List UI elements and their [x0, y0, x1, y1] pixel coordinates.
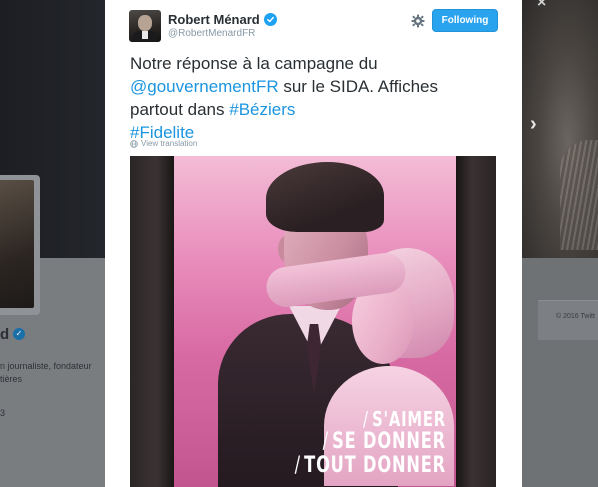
copyright-text: © 2016 Twitt [556, 313, 595, 320]
profile-header-photo-detail [560, 140, 598, 250]
footer-card [538, 300, 598, 340]
verified-badge-icon [263, 13, 277, 26]
author-name-row: Robert Ménard [168, 12, 277, 27]
tweet-photo[interactable]: / S'AIMER / SE DONNER / TOUT DONNER [130, 156, 496, 487]
tweet-modal: Robert Ménard @RobertMenardFR Following … [105, 0, 522, 487]
profile-stat: 3 [0, 408, 6, 418]
tweet-text-line: partout dans #Béziers [130, 98, 500, 121]
profile-avatar[interactable] [0, 180, 34, 308]
profile-name: d [0, 326, 10, 343]
poster-image: / S'AIMER / SE DONNER / TOUT DONNER [174, 156, 456, 487]
profile-bio-line: tières [0, 374, 23, 384]
poster-frame-left [130, 156, 174, 487]
author-username[interactable]: @RobertMenardFR [168, 28, 255, 39]
profile-bio: n journaliste, fondateur tières [0, 360, 100, 386]
view-translation-label[interactable]: View translation [141, 139, 197, 148]
chevron-right-icon[interactable]: › [530, 114, 537, 134]
author-avatar[interactable] [129, 10, 161, 42]
poster-slogan: / S'AIMER / SE DONNER / TOUT DONNER [236, 408, 446, 478]
hashtag-link[interactable]: #Béziers [229, 100, 295, 119]
mention-link[interactable]: @gouvernementFR [130, 77, 279, 96]
tweet-text-fragment: sur le SIDA. Affiches [278, 77, 438, 96]
profile-verified-icon: ✓ [13, 328, 25, 340]
poster-slogan-line: / SE DONNER [322, 429, 446, 454]
globe-icon [130, 139, 138, 148]
poster-slogan-line: / S'AIMER [362, 407, 446, 431]
author-display-name[interactable]: Robert Ménard [168, 12, 260, 27]
tweet-text: Notre réponse à la campagne du @gouverne… [130, 52, 500, 144]
following-button[interactable]: Following [432, 9, 498, 32]
poster-man-hair [266, 162, 384, 232]
gear-icon[interactable] [410, 13, 426, 29]
tweet-text-line: @gouvernementFR sur le SIDA. Affiches [130, 75, 500, 98]
close-icon[interactable]: × [537, 0, 546, 12]
tweet-text-line: Notre réponse à la campagne du [130, 54, 378, 73]
profile-bio-line: n journaliste, fondateur [0, 361, 92, 371]
view-translation-link[interactable]: View translation [130, 139, 197, 148]
poster-slogan-line: / TOUT DONNER [294, 453, 446, 478]
tweet-text-fragment: partout dans [130, 100, 230, 119]
poster-frame-right [456, 156, 496, 487]
